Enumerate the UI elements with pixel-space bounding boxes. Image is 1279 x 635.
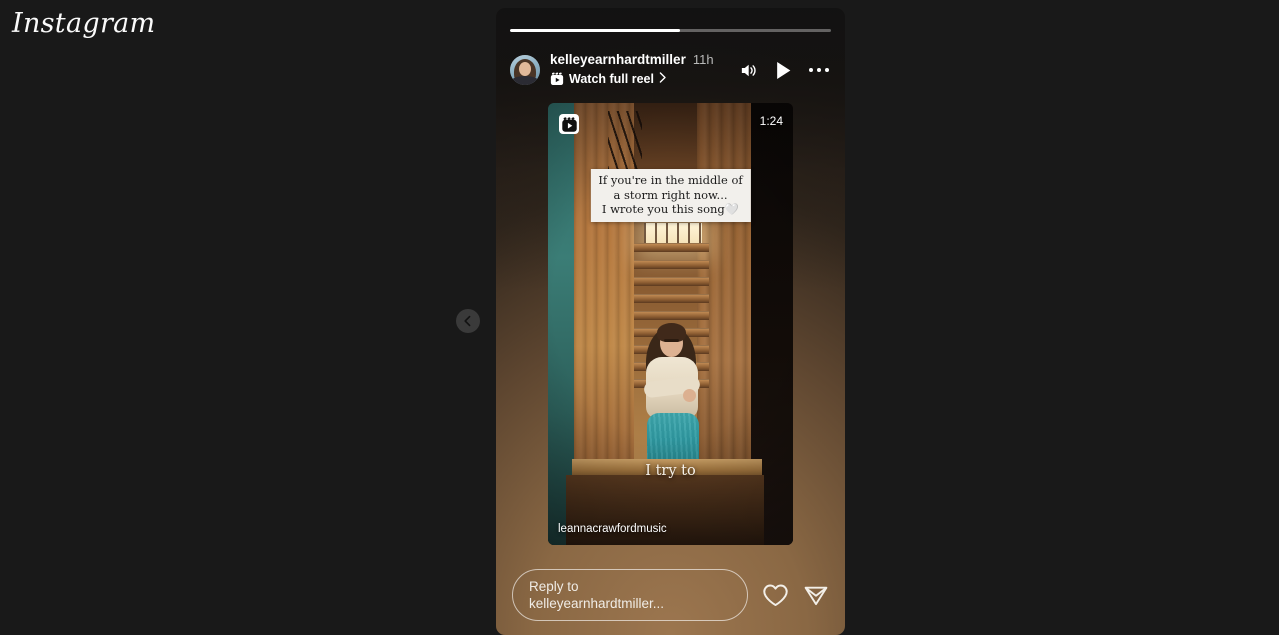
instagram-logo[interactable]: Instagram	[12, 8, 155, 39]
username-row: kelleyearnhardtmiller 11h	[550, 52, 739, 67]
reply-input[interactable]: Reply to kelleyearnhardtmiller...	[512, 569, 748, 621]
story-header-actions	[739, 61, 832, 80]
sticker-line-1: If you're in the middle of	[598, 173, 743, 187]
like-icon[interactable]	[762, 583, 789, 608]
story-username[interactable]: kelleyearnhardtmiller	[550, 52, 686, 67]
chevron-left-icon	[464, 315, 471, 327]
sticker-line-3: I wrote you this song🤍	[598, 202, 742, 217]
lyric-caption: I try to	[645, 463, 696, 479]
watch-full-reel-link[interactable]: Watch full reel	[550, 70, 739, 88]
story-video[interactable]: 1:24 If you're in the middle of a storm …	[548, 103, 793, 545]
progress-fill	[510, 29, 681, 32]
avatar-face	[519, 62, 531, 76]
progress-segment[interactable]	[510, 29, 831, 32]
story-timestamp: 11h	[692, 52, 714, 67]
story-header-text: kelleyearnhardtmiller 11h Watch full ree…	[550, 52, 739, 88]
more-options-icon[interactable]	[808, 67, 829, 73]
play-icon[interactable]	[775, 61, 792, 80]
share-icon[interactable]	[803, 583, 829, 608]
sticker-line-2: a storm right now...	[613, 187, 728, 202]
text-sticker: If you're in the middle of a storm right…	[590, 169, 751, 222]
story-reply-bar: Reply to kelleyearnhardtmiller...	[512, 569, 829, 621]
avatar-body	[512, 76, 538, 85]
reply-placeholder: Reply to kelleyearnhardtmiller...	[529, 579, 665, 611]
watch-full-reel-label: Watch full reel	[569, 72, 654, 86]
previous-story-button[interactable]	[456, 309, 480, 333]
chevron-right-icon	[659, 70, 667, 88]
story-progress-bar[interactable]	[510, 29, 831, 32]
sticker-line-3-text: I wrote you this song	[601, 202, 725, 216]
avatar[interactable]	[510, 55, 540, 85]
volume-on-icon[interactable]	[739, 61, 758, 80]
video-duration: 1:24	[759, 114, 783, 128]
instagram-stories-page: Instagram kelleyearnhardtmiller 11h Watc…	[0, 0, 1279, 635]
creator-handle[interactable]: leannacrawfordmusic	[558, 523, 667, 535]
reel-icon	[550, 72, 564, 85]
story-header: kelleyearnhardtmiller 11h Watch full ree…	[510, 48, 831, 92]
reel-badge-icon	[559, 114, 579, 134]
story-card[interactable]: kelleyearnhardtmiller 11h Watch full ree…	[496, 8, 845, 635]
white-heart-icon: 🤍	[724, 202, 740, 216]
